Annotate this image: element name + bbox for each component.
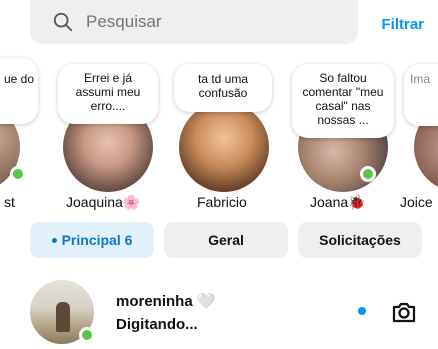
online-indicator xyxy=(10,166,26,182)
story-note: Ima xyxy=(404,64,438,126)
avatar xyxy=(179,102,269,192)
story-item[interactable]: So faltou comentar "meu casal" nas nossa… xyxy=(292,58,402,218)
tab-label: Principal 6 xyxy=(61,232,133,248)
tab-principal[interactable]: Principal 6 xyxy=(30,222,154,258)
story-item[interactable]: Errei e já assumi meu erro.... Joaquina🌸 xyxy=(58,58,168,218)
story-name: Joice xyxy=(400,194,433,210)
story-name: Joaquina🌸 xyxy=(66,194,141,210)
story-name: Joana🐞 xyxy=(310,194,366,210)
story-item[interactable]: ta td uma confusão Fabricio xyxy=(172,58,282,218)
unread-indicator xyxy=(358,307,366,315)
thread-status: Digitando... xyxy=(116,316,198,333)
story-name: st xyxy=(4,194,15,210)
avatar-figure xyxy=(56,302,70,332)
search-icon xyxy=(53,12,73,32)
camera-icon[interactable] xyxy=(390,298,418,326)
story-item[interactable]: ue do st xyxy=(0,58,50,218)
story-note: ue do xyxy=(0,58,38,124)
tab-solicitacoes[interactable]: Solicitações xyxy=(298,222,422,258)
story-item[interactable]: Ima Joice xyxy=(400,58,438,218)
search-bar[interactable] xyxy=(30,0,358,44)
story-note-text: ta td uma confusão xyxy=(197,72,249,100)
filter-button[interactable]: Filtrar xyxy=(381,16,424,33)
story-name: Fabricio xyxy=(197,194,247,210)
story-note-text: So faltou comentar "meu casal" nas nossa… xyxy=(302,71,384,127)
story-note: ta td uma confusão xyxy=(174,64,272,112)
online-indicator xyxy=(79,327,95,343)
online-indicator xyxy=(360,166,376,182)
thread-name: moreninha 🤍 xyxy=(116,293,216,310)
story-note-text: Ima xyxy=(410,72,431,86)
story-note: So faltou comentar "meu casal" nas nossa… xyxy=(292,64,394,138)
unread-dot-icon xyxy=(51,237,57,243)
tab-label: Solicitações xyxy=(319,232,401,248)
story-note-text: Errei e já assumi meu erro.... xyxy=(75,71,141,113)
direct-inbox: Filtrar ue do st Errei e já assumi meu e… xyxy=(0,0,438,349)
tab-geral[interactable]: Geral xyxy=(164,222,288,258)
story-note-text: ue do xyxy=(3,72,34,86)
tab-label: Geral xyxy=(208,232,244,248)
story-note: Errei e já assumi meu erro.... xyxy=(58,64,158,124)
search-input[interactable] xyxy=(86,12,346,32)
